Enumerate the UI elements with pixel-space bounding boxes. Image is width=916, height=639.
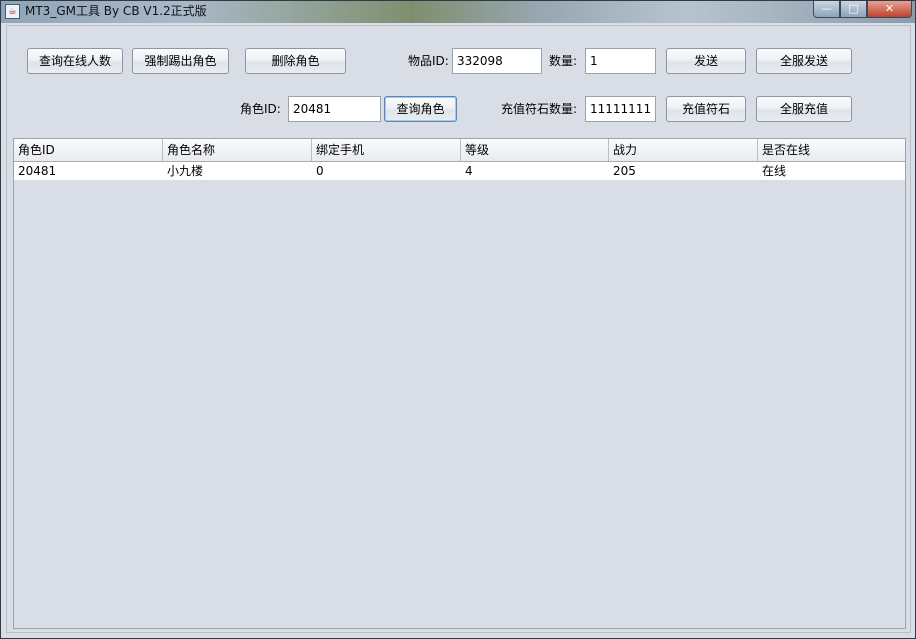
- close-button[interactable]: ✕: [867, 1, 912, 18]
- cell-role-id: 20481: [18, 164, 57, 178]
- minimize-button[interactable]: —: [813, 1, 840, 18]
- query-online-button[interactable]: 查询在线人数: [27, 48, 123, 74]
- java-cup-icon: ☕: [5, 4, 20, 19]
- cell-role-name: 小九楼: [167, 164, 204, 178]
- role-id-label: 角色ID:: [240, 102, 281, 116]
- column-header-role-id[interactable]: 角色ID: [14, 139, 163, 161]
- cell-bound-phone: 0: [316, 164, 324, 178]
- cell-online: 在线: [762, 164, 787, 178]
- table-row[interactable]: 20481 小九楼 0 4 205 在线: [14, 162, 905, 180]
- main-panel: 查询在线人数 强制踢出角色 删除角色 物品ID: 数量: 发送 全服发送 角色I…: [6, 25, 911, 633]
- column-header-online[interactable]: 是否在线: [758, 139, 905, 161]
- delete-role-button[interactable]: 删除角色: [245, 48, 346, 74]
- column-header-level[interactable]: 等级: [461, 139, 609, 161]
- item-id-label: 物品ID:: [408, 54, 449, 68]
- recharge-qty-label: 充值符石数量:: [501, 102, 578, 116]
- window-title: MT3_GM工具 By CB V1.2正式版: [25, 4, 207, 18]
- item-id-field[interactable]: [452, 48, 542, 74]
- send-button[interactable]: 发送: [666, 48, 746, 74]
- role-table: 角色ID 角色名称 绑定手机 等级 战力 是否在线 20481 小九楼 0 4 …: [13, 138, 906, 629]
- force-kick-button[interactable]: 强制踢出角色: [132, 48, 229, 74]
- maximize-button[interactable]: □: [840, 1, 867, 18]
- recharge-qty-field[interactable]: [585, 96, 656, 122]
- column-header-bound-phone[interactable]: 绑定手机: [312, 139, 461, 161]
- table-header: 角色ID 角色名称 绑定手机 等级 战力 是否在线: [14, 139, 905, 162]
- cell-level: 4: [465, 164, 473, 178]
- recharge-button[interactable]: 充值符石: [666, 96, 746, 122]
- quantity-label: 数量:: [549, 54, 578, 68]
- send-all-button[interactable]: 全服发送: [756, 48, 852, 74]
- query-role-button[interactable]: 查询角色: [384, 96, 457, 122]
- column-header-role-name[interactable]: 角色名称: [163, 139, 312, 161]
- recharge-all-button[interactable]: 全服充值: [756, 96, 852, 122]
- cell-power: 205: [613, 164, 636, 178]
- title-bar[interactable]: ☕ MT3_GM工具 By CB V1.2正式版 — □ ✕: [1, 1, 915, 23]
- quantity-field[interactable]: [585, 48, 656, 74]
- role-id-field[interactable]: [288, 96, 381, 122]
- column-header-power[interactable]: 战力: [609, 139, 758, 161]
- app-window: ☕ MT3_GM工具 By CB V1.2正式版 — □ ✕ 查询在线人数 强制…: [0, 0, 916, 639]
